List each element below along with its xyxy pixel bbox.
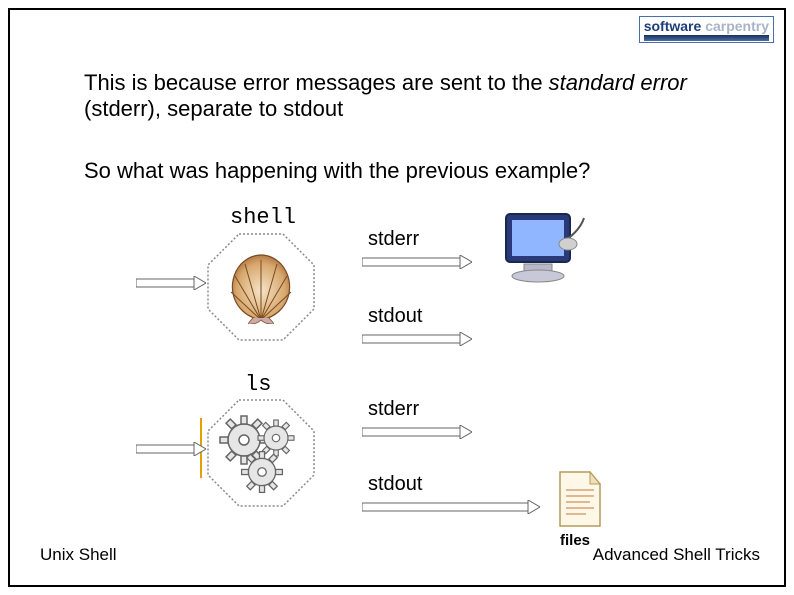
gears-icon — [206, 398, 316, 508]
stream-label-shell-stdout: stdout — [368, 305, 422, 328]
arrow-in-shell — [136, 276, 206, 290]
arrow-ls-stdout — [362, 500, 540, 514]
logo: software carpentry — [639, 16, 774, 43]
slide-frame: software carpentry This is because error… — [8, 8, 786, 587]
arrow-in-ls — [136, 442, 206, 456]
files-caption: files — [560, 532, 590, 549]
arrow-shell-stdout — [362, 332, 472, 346]
paragraph-2: So what was happening with the previous … — [84, 158, 724, 184]
logo-right: carpentry — [705, 18, 769, 34]
arrow-shell-stderr — [362, 255, 472, 269]
shell-label: shell — [230, 205, 296, 230]
shell-octagon — [206, 232, 316, 342]
para1-part-a: This is because error messages are sent … — [84, 70, 549, 95]
para1-part-b: (stderr), separate to stdout — [84, 96, 343, 121]
arrow-ls-stderr — [362, 425, 472, 439]
stream-label-ls-stdout: stdout — [368, 473, 422, 496]
logo-left: software — [644, 18, 702, 34]
footer-right: Advanced Shell Tricks — [593, 545, 760, 565]
paragraph-1: This is because error messages are sent … — [84, 70, 724, 123]
stream-label-ls-stderr: stderr — [368, 398, 419, 421]
ls-label: ls — [245, 372, 271, 397]
para1-emphasis: standard error — [549, 70, 687, 95]
document-icon — [556, 470, 604, 528]
ls-octagon — [206, 398, 316, 508]
footer-left: Unix Shell — [40, 545, 117, 565]
seashell-icon — [223, 254, 299, 324]
monitor-icon — [500, 210, 588, 292]
logo-band — [644, 35, 769, 41]
stream-label-shell-stderr: stderr — [368, 228, 419, 251]
